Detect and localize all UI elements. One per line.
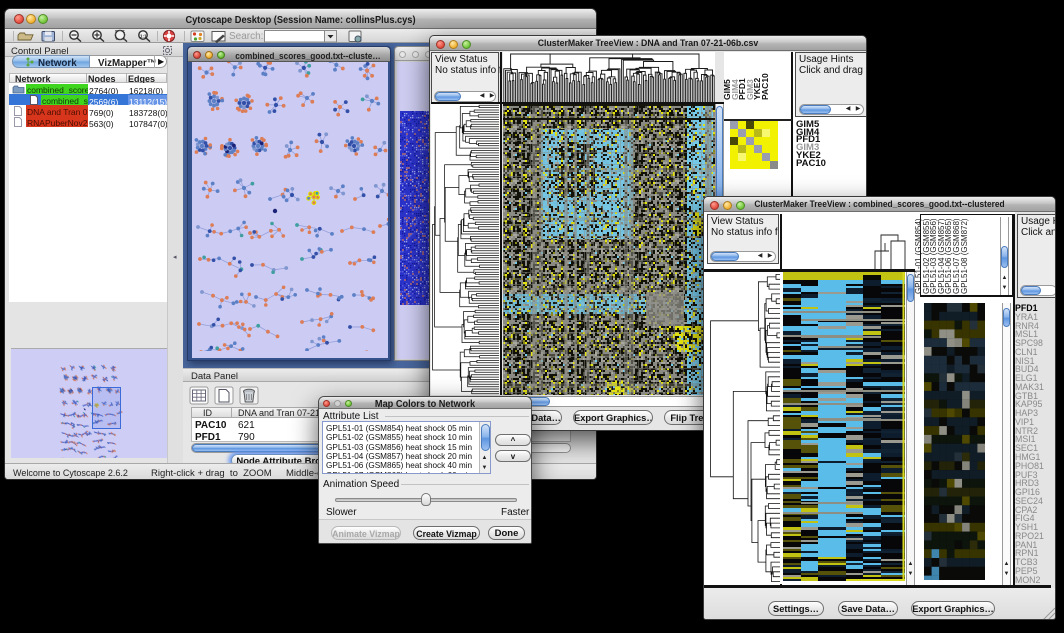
svg-text:1:1: 1:1	[140, 34, 147, 39]
svg-text:Search:: Search:	[229, 31, 263, 42]
